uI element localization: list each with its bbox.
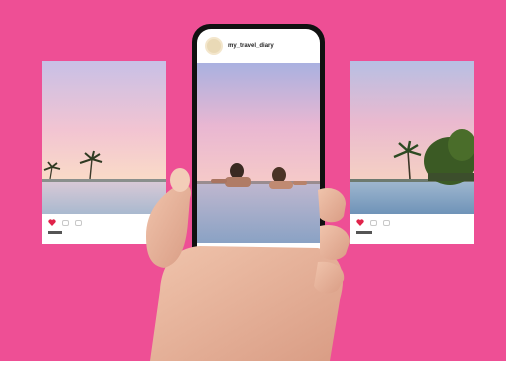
share-icon[interactable] bbox=[75, 219, 82, 226]
post-likes-text bbox=[205, 262, 219, 265]
pink-background-scene: my_travel_diary bbox=[0, 0, 506, 361]
right-post-photo bbox=[350, 61, 474, 214]
home-icon[interactable] bbox=[211, 280, 220, 288]
heart-icon[interactable] bbox=[48, 219, 56, 226]
comment-icon[interactable] bbox=[62, 219, 69, 226]
left-post-photo bbox=[42, 61, 166, 214]
post-caption-line bbox=[205, 274, 265, 277]
avatar[interactable] bbox=[205, 37, 223, 55]
right-post-card bbox=[350, 61, 474, 244]
profile-icon[interactable] bbox=[297, 280, 306, 288]
left-post-likes-text bbox=[48, 231, 62, 234]
instagram-screen: my_travel_diary bbox=[197, 29, 320, 298]
share-icon[interactable] bbox=[232, 249, 239, 256]
post-photo[interactable] bbox=[197, 63, 320, 243]
reels-icon[interactable] bbox=[254, 280, 263, 288]
left-post-actions bbox=[48, 219, 82, 226]
shop-icon[interactable] bbox=[275, 280, 284, 288]
heart-icon[interactable] bbox=[205, 249, 213, 256]
comment-icon[interactable] bbox=[370, 219, 377, 226]
search-icon[interactable] bbox=[233, 280, 242, 288]
smartphone: my_travel_diary bbox=[192, 24, 325, 303]
post-actions bbox=[205, 249, 239, 256]
username-label[interactable]: my_travel_diary bbox=[228, 43, 274, 49]
post-header: my_travel_diary bbox=[197, 29, 320, 63]
heart-icon[interactable] bbox=[356, 219, 364, 226]
share-icon[interactable] bbox=[383, 219, 390, 226]
left-post-card bbox=[42, 61, 166, 244]
comment-icon[interactable] bbox=[219, 249, 226, 256]
bottom-nav-bar bbox=[197, 280, 320, 288]
post-caption-line bbox=[205, 269, 309, 272]
right-post-actions bbox=[356, 219, 390, 226]
right-post-likes-text bbox=[356, 231, 372, 234]
